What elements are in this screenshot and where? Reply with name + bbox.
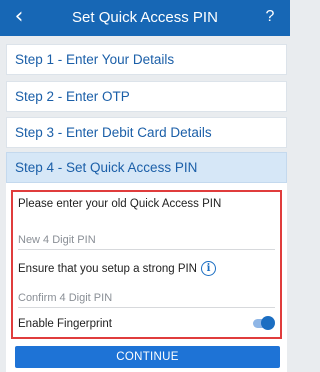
question-mark-icon: ? bbox=[265, 8, 275, 25]
app-header: ‹ Set Quick Access PIN ? bbox=[0, 0, 290, 36]
step-1-label: Step 1 - Enter Your Details bbox=[15, 52, 175, 67]
help-button[interactable]: ? bbox=[260, 6, 280, 28]
back-button[interactable]: ‹ bbox=[6, 4, 32, 30]
step-4-label: Step 4 - Set Quick Access PIN bbox=[15, 160, 198, 175]
step-2-label: Step 2 - Enter OTP bbox=[15, 89, 130, 104]
fingerprint-label: Enable Fingerprint bbox=[18, 318, 112, 330]
new-pin-input[interactable]: New 4 Digit PIN bbox=[18, 234, 96, 246]
step-1-header[interactable]: Step 1 - Enter Your Details bbox=[6, 44, 287, 75]
new-pin-underline bbox=[18, 249, 275, 250]
chevron-left-icon: ‹ bbox=[14, 4, 24, 29]
page-title: Set Quick Access PIN bbox=[72, 9, 218, 26]
step-4-panel: Step 4 - Set Quick Access PIN Please ent… bbox=[6, 152, 287, 372]
step-3-header[interactable]: Step 3 - Enter Debit Card Details bbox=[6, 117, 287, 148]
strong-pin-note: Ensure that you setup a strong PIN bbox=[18, 262, 197, 275]
pin-form: Please enter your old Quick Access PIN N… bbox=[11, 190, 282, 339]
strong-pin-note-row: Ensure that you setup a strong PIN i bbox=[18, 261, 216, 276]
continue-button[interactable]: CONTINUE bbox=[15, 346, 280, 368]
confirm-pin-underline bbox=[18, 307, 275, 308]
step-4-header[interactable]: Step 4 - Set Quick Access PIN bbox=[6, 152, 287, 183]
old-pin-instruction: Please enter your old Quick Access PIN bbox=[18, 198, 222, 210]
step-2-header[interactable]: Step 2 - Enter OTP bbox=[6, 81, 287, 112]
info-icon[interactable]: i bbox=[201, 261, 216, 276]
step-3-label: Step 3 - Enter Debit Card Details bbox=[15, 125, 212, 140]
fingerprint-toggle[interactable] bbox=[251, 316, 275, 330]
confirm-pin-input[interactable]: Confirm 4 Digit PIN bbox=[18, 292, 112, 304]
toggle-knob bbox=[261, 316, 275, 330]
